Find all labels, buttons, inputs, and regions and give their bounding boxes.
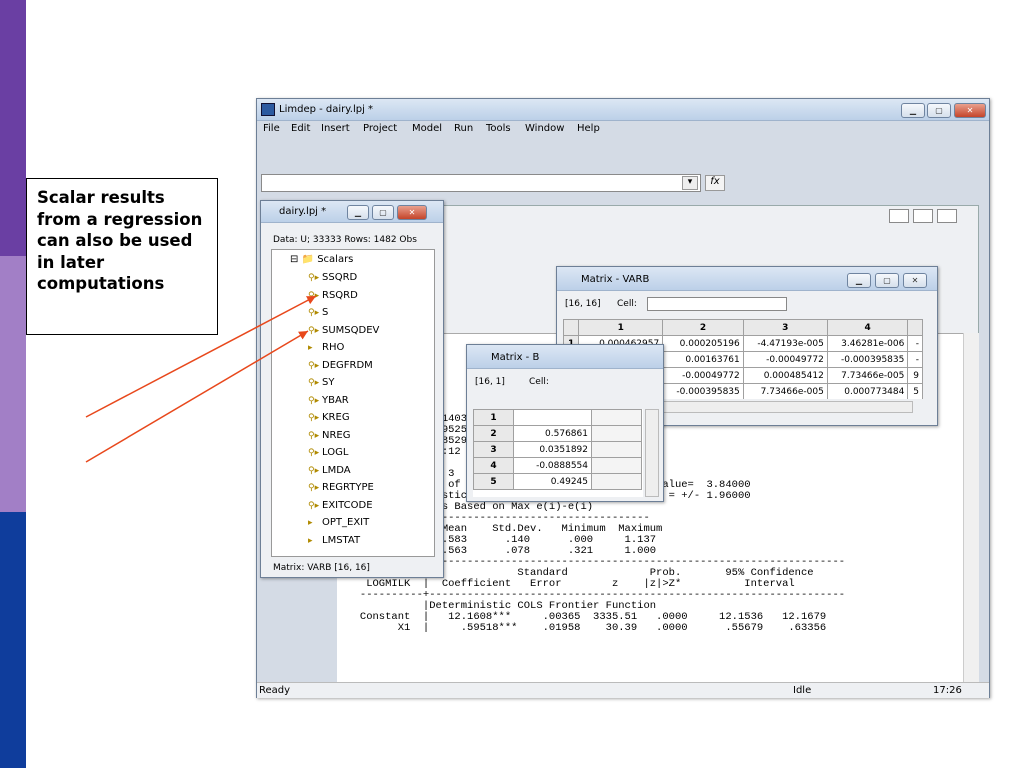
arrow-to-rsqrd [85,295,317,418]
arrow-overlay [85,295,317,463]
arrow-to-sumsqdev [85,330,309,463]
